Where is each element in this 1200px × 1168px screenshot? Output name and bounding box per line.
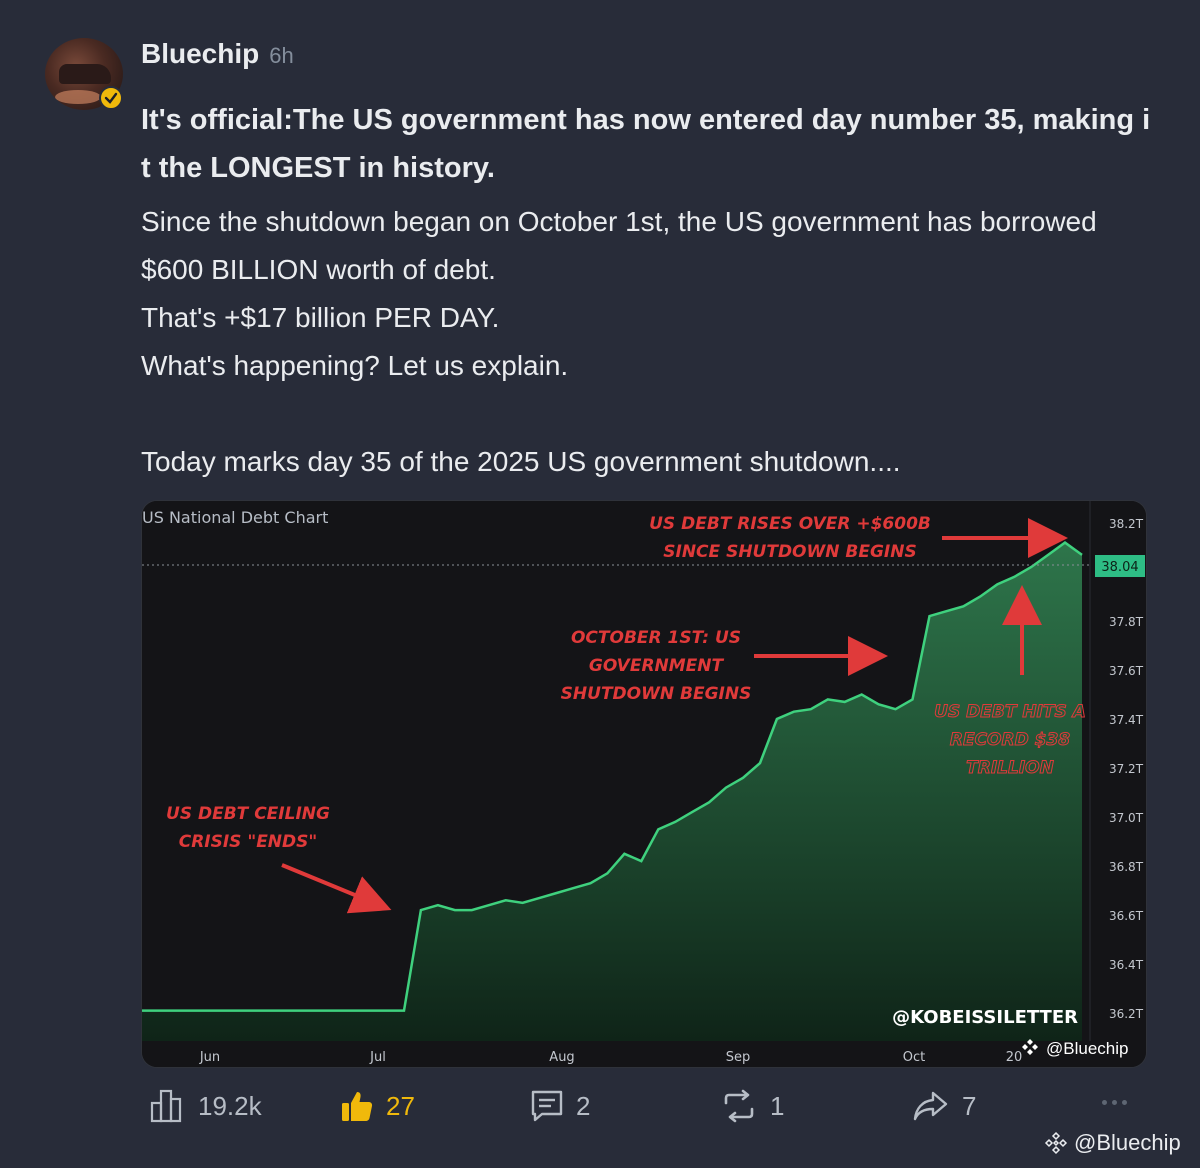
chart-title: US National Debt Chart: [142, 508, 328, 527]
comment-button[interactable]: 2: [530, 1086, 590, 1126]
like-count: 27: [386, 1090, 415, 1121]
annotation-ceiling-1: US DEBT CEILING: [166, 804, 330, 824]
post-headline: It's official:The US government has now …: [141, 104, 1151, 184]
x-tick-label: Aug: [549, 1050, 574, 1065]
views-count: 19.2k: [198, 1090, 262, 1121]
annotation-top-1: US DEBT RISES OVER +$600B: [649, 514, 931, 534]
bar-chart-icon: [150, 1089, 182, 1123]
page-watermark: @Bluechip: [1044, 1130, 1181, 1156]
share-button[interactable]: 7: [912, 1086, 976, 1126]
annotation-record-3: TRILLION: [966, 758, 1054, 778]
y-tick-label: 37.2T: [1109, 762, 1144, 776]
repost-button[interactable]: 1: [720, 1086, 784, 1126]
y-tick-label: 37.0T: [1109, 811, 1144, 825]
y-tick-label: 36.2T: [1109, 1007, 1144, 1021]
thumbs-up-icon: [342, 1092, 373, 1121]
chart-watermark: @KOBEISSILETTER: [892, 1007, 1078, 1028]
x-tick-label: Jun: [199, 1050, 220, 1065]
annotation-oct-1: OCTOBER 1ST: US: [571, 628, 741, 648]
share-count: 7: [962, 1090, 977, 1121]
verified-badge-icon: [99, 86, 123, 110]
watermark-text: @Bluechip: [1074, 1130, 1181, 1155]
y-tick-label: 37.6T: [1109, 664, 1144, 678]
annotation-oct-2: GOVERNMENT: [589, 656, 725, 676]
annotation-ceiling-2: CRISIS "ENDS": [179, 832, 318, 852]
binance-logo-icon: [1044, 1131, 1068, 1155]
post-time: 6h: [269, 43, 294, 68]
repost-icon: [724, 1089, 754, 1123]
annotation-record-2: RECORD $38: [950, 730, 1070, 750]
post-paragraph: Since the shutdown began on October 1st,…: [141, 206, 1097, 285]
post-body: Since the shutdown began on October 1st,…: [141, 198, 1151, 486]
debt-chart: US National Debt Chart 38.2T38.0T37.8T37…: [142, 501, 1146, 1067]
x-tick-label: Sep: [726, 1050, 751, 1065]
author-row: Bluechip 6h: [141, 38, 294, 70]
annotation-oct-3: SHUTDOWN BEGINS: [561, 684, 752, 704]
y-tick-label: 36.8T: [1109, 860, 1144, 874]
post-paragraph: What's happening? Let us explain.: [141, 350, 569, 381]
chart-image[interactable]: US National Debt Chart 38.2T38.0T37.8T37…: [141, 500, 1147, 1068]
author-name[interactable]: Bluechip: [141, 38, 259, 70]
x-tick-label: Jul: [369, 1050, 386, 1065]
avatar[interactable]: [45, 38, 123, 110]
y-tick-label: 37.8T: [1109, 615, 1144, 629]
like-button[interactable]: 27: [340, 1086, 415, 1126]
current-price-label: 38.04: [1101, 560, 1138, 575]
annotation-top-2: SINCE SHUTDOWN BEGINS: [663, 542, 916, 562]
post-teaser[interactable]: Today marks day 35 of the 2025 US govern…: [141, 438, 1151, 486]
views-action[interactable]: 19.2k: [150, 1086, 262, 1126]
y-tick-label: 37.4T: [1109, 713, 1144, 727]
y-tick-label: 36.4T: [1109, 958, 1144, 972]
post-paragraph: That's +$17 billion PER DAY.: [141, 302, 500, 333]
share-icon: [913, 1091, 948, 1121]
y-tick-label: 36.6T: [1109, 909, 1144, 923]
x-tick-label: Oct: [903, 1050, 925, 1065]
svg-text:@Bluechip: @Bluechip: [1046, 1039, 1128, 1058]
x-tick-label: 20: [1006, 1050, 1023, 1065]
repost-count: 1: [770, 1090, 785, 1121]
post-actions: 19.2k 27 2 1 7: [0, 1086, 1200, 1130]
more-options-icon[interactable]: [1102, 1100, 1127, 1105]
annotation-record-1: US DEBT HITS A: [934, 702, 1086, 722]
comment-icon: [531, 1090, 563, 1122]
post-card: Bluechip 6h It's official:The US governm…: [0, 0, 1200, 1168]
comment-count: 2: [576, 1090, 591, 1121]
y-tick-label: 38.2T: [1109, 517, 1144, 531]
